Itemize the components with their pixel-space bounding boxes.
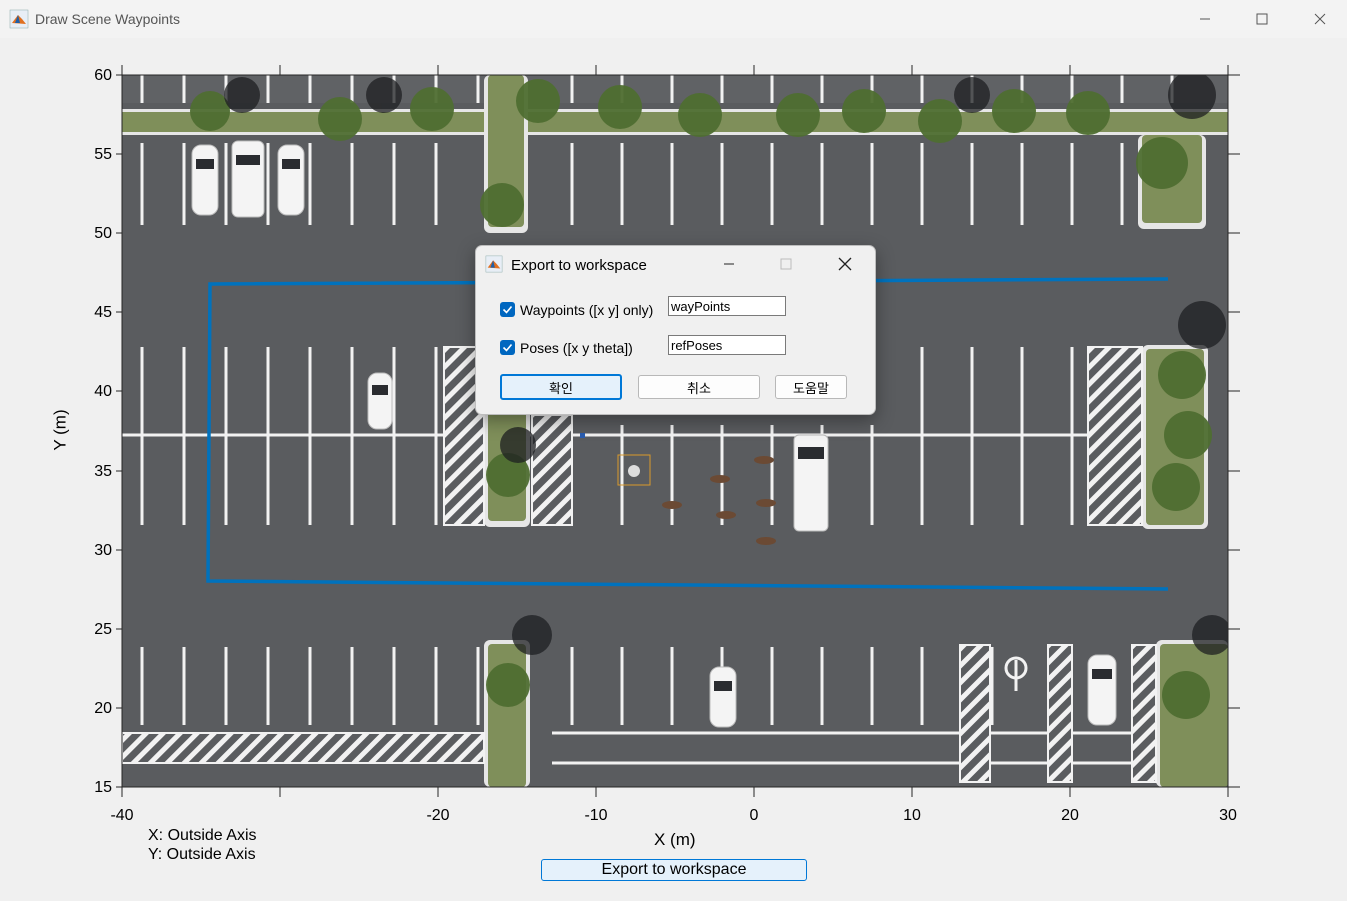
y-tick-label: 25 — [94, 621, 112, 638]
x-axis-label: X (m) — [654, 830, 696, 849]
checkmark-icon — [502, 305, 513, 314]
y-tick-label: 60 — [94, 67, 112, 84]
dialog-title: Export to workspace — [511, 257, 647, 274]
ok-button[interactable]: 확인 — [500, 374, 622, 400]
cursor-y-readout: Y: Outside Axis — [148, 846, 256, 863]
poses-label: Poses ([x y theta]) — [520, 340, 633, 356]
y-tick-label: 50 — [94, 225, 112, 242]
waypoints-label: Waypoints ([x y] only) — [520, 302, 654, 318]
dialog-maximize-button[interactable] — [761, 246, 811, 282]
help-button[interactable]: 도움말 — [775, 375, 847, 399]
y-tick-label: 35 — [94, 463, 112, 480]
y-tick-label: 45 — [94, 304, 112, 321]
waypoints-variable-field[interactable] — [668, 296, 786, 316]
y-tick-label: 40 — [94, 383, 112, 400]
x-tick-label: 10 — [903, 807, 921, 824]
checkmark-icon — [502, 343, 513, 352]
x-tick-label: 0 — [749, 807, 759, 824]
y-tick-label: 15 — [94, 779, 112, 796]
maximize-icon — [780, 258, 792, 270]
minimize-icon — [724, 263, 734, 265]
y-tick-label: 30 — [94, 542, 112, 559]
cancel-button[interactable]: 취소 — [638, 375, 760, 399]
x-tick-label: -10 — [584, 807, 608, 824]
poses-variable-field[interactable] — [668, 335, 786, 355]
dialog-close-button[interactable] — [820, 246, 870, 282]
cursor-x-readout: X: Outside Axis — [148, 827, 257, 844]
y-tick-label: 20 — [94, 700, 112, 717]
plot-axes — [116, 65, 1240, 797]
poses-checkbox[interactable] — [500, 340, 515, 355]
matlab-logo-icon — [485, 255, 503, 273]
y-tick-label: 55 — [94, 146, 112, 163]
x-tick-label: 30 — [1219, 807, 1237, 824]
close-icon — [838, 257, 852, 271]
y-axis-label: Y (m) — [50, 409, 70, 451]
dialog-minimize-button[interactable] — [704, 246, 754, 282]
x-tick-label: -20 — [426, 807, 450, 824]
export-to-workspace-button[interactable]: Export to workspace — [541, 859, 807, 881]
x-tick-label: 20 — [1061, 807, 1079, 824]
waypoints-checkbox[interactable] — [500, 302, 515, 317]
x-tick-label: -40 — [110, 807, 134, 824]
export-dialog: Export to workspace Waypoints ([x y] onl… — [475, 245, 876, 415]
